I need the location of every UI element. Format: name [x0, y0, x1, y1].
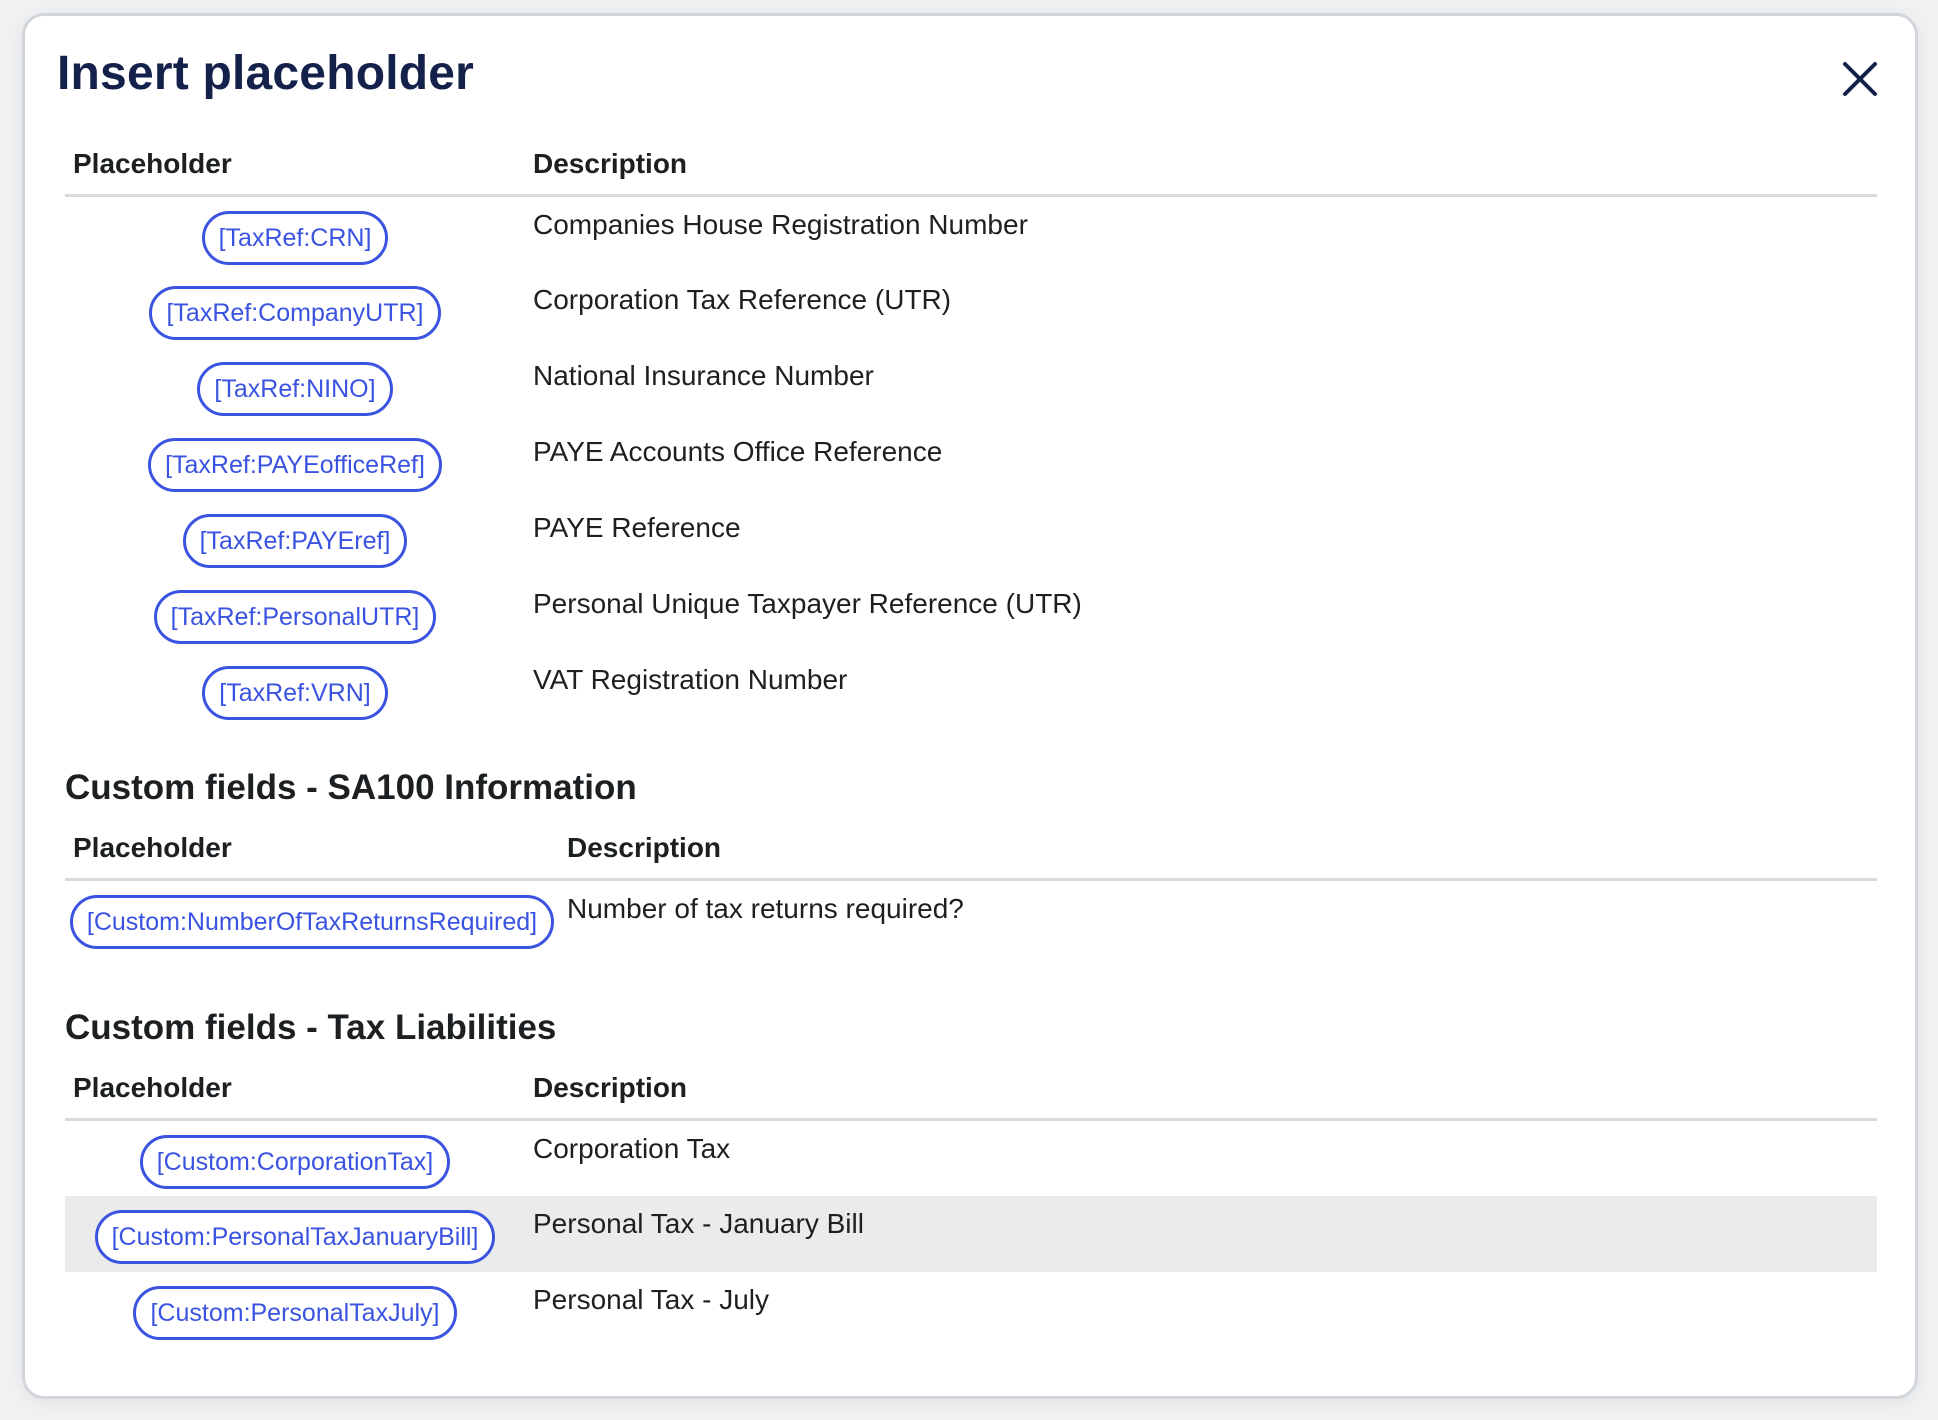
description-cell: Number of tax returns required?: [567, 893, 964, 924]
placeholder-cell: [Custom:PersonalTaxJuly]: [65, 1272, 525, 1348]
table-row: [TaxRef:PersonalUTR] Personal Unique Tax…: [65, 576, 1877, 652]
description-cell: Corporation Tax: [533, 1133, 731, 1164]
placeholder-cell: [TaxRef:PAYEofficeRef]: [65, 424, 525, 500]
description-cell: Personal Unique Taxpayer Reference (UTR): [533, 587, 1082, 619]
tax-liabilities-section: Custom fields - Tax Liabilities Placehol…: [65, 1008, 1877, 1348]
placeholder-cell: [TaxRef:PersonalUTR]: [65, 576, 525, 652]
description-column-header: Description: [559, 832, 1877, 881]
description-cell: PAYE Reference: [533, 511, 741, 543]
table-row: [TaxRef:PAYEofficeRef] PAYE Accounts Off…: [65, 424, 1877, 500]
description-cell: PAYE Accounts Office Reference: [533, 435, 943, 467]
dialog-title: Insert placeholder: [57, 47, 475, 100]
table-row: [TaxRef:VRN] VAT Registration Number: [65, 652, 1877, 728]
placeholder-column-header: Placeholder: [65, 148, 525, 197]
tax-refs-section: Placeholder Description [TaxRef:CRN] Com…: [65, 148, 1877, 728]
description-cell: Personal Tax - January Bill: [525, 1195, 1877, 1272]
placeholder-chip[interactable]: [Custom:CorporationTax]: [139, 1135, 451, 1189]
table-row: [Custom:PersonalTaxJuly] Personal Tax - …: [65, 1272, 1877, 1348]
tax-refs-table: Placeholder Description [TaxRef:CRN] Com…: [65, 148, 1877, 728]
table-row: [TaxRef:NINO] National Insurance Number: [65, 348, 1877, 424]
close-button[interactable]: [1835, 54, 1885, 104]
section-title: Custom fields - Tax Liabilities: [65, 1008, 557, 1047]
table-row: [TaxRef:CompanyUTR] Corporation Tax Refe…: [65, 272, 1877, 348]
placeholder-cell: [Custom:NumberOfTaxReturnsRequired]: [65, 880, 559, 956]
placeholder-chip[interactable]: [Custom:PersonalTaxJuly]: [133, 1285, 457, 1340]
placeholder-cell: [TaxRef:PAYEref]: [65, 500, 525, 576]
placeholder-cell: [TaxRef:VRN]: [65, 652, 525, 728]
table-row-hovered: [Custom:PersonalTaxJanuaryBill] Personal…: [65, 1195, 1877, 1272]
placeholder-cell: [TaxRef:CRN]: [65, 196, 525, 272]
section-title: Custom fields - SA100 Information: [65, 768, 637, 807]
description-cell: Personal Tax - July: [533, 1283, 770, 1315]
placeholder-chip[interactable]: [Custom:PersonalTaxJanuaryBill]: [94, 1209, 496, 1264]
placeholder-cell: [TaxRef:CompanyUTR]: [65, 272, 525, 348]
tax-liabilities-table: Placeholder Description [Custom:Corporat…: [65, 1072, 1877, 1348]
table-row: [Custom:CorporationTax] Corporation Tax: [65, 1120, 1877, 1196]
placeholder-chip[interactable]: [TaxRef:VRN]: [202, 665, 388, 720]
placeholder-chip[interactable]: [TaxRef:CompanyUTR]: [149, 285, 441, 340]
placeholder-chip[interactable]: [Custom:NumberOfTaxReturnsRequired]: [69, 895, 555, 949]
placeholder-chip[interactable]: [TaxRef:PAYEref]: [182, 513, 408, 568]
table-header-row: Placeholder Description: [65, 148, 1877, 197]
placeholder-cell: [Custom:PersonalTaxJanuaryBill]: [65, 1195, 525, 1272]
placeholder-column-header: Placeholder: [65, 1072, 525, 1121]
placeholder-chip[interactable]: [TaxRef:CRN]: [201, 211, 389, 265]
placeholder-chip[interactable]: [TaxRef:NINO]: [197, 361, 393, 416]
table-row: [TaxRef:CRN] Companies House Registratio…: [65, 196, 1877, 272]
description-column-header: Description: [525, 1072, 1877, 1121]
description-cell: National Insurance Number: [533, 359, 874, 391]
placeholder-column-header: Placeholder: [65, 832, 559, 881]
placeholder-chip[interactable]: [TaxRef:PAYEofficeRef]: [148, 437, 442, 492]
sa100-table: Placeholder Description [Custom:NumberOf…: [65, 832, 1877, 956]
placeholder-chip[interactable]: [TaxRef:PersonalUTR]: [153, 589, 437, 644]
description-cell: VAT Registration Number: [533, 663, 848, 695]
insert-placeholder-dialog: Insert placeholder Placeholder Descripti…: [22, 13, 1918, 1399]
description-cell: Corporation Tax Reference (UTR): [533, 283, 952, 315]
table-header-row: Placeholder Description: [65, 832, 1877, 881]
placeholder-cell: [Custom:CorporationTax]: [65, 1120, 525, 1196]
close-icon: [1843, 62, 1877, 96]
description-column-header: Description: [525, 148, 1877, 197]
description-cell: Companies House Registration Number: [533, 209, 1028, 240]
table-row: [TaxRef:PAYEref] PAYE Reference: [65, 500, 1877, 576]
sa100-section: Custom fields - SA100 Information Placeh…: [65, 768, 1877, 956]
table-header-row: Placeholder Description: [65, 1072, 1877, 1121]
placeholder-cell: [TaxRef:NINO]: [65, 348, 525, 424]
table-row: [Custom:NumberOfTaxReturnsRequired] Numb…: [65, 880, 1877, 956]
